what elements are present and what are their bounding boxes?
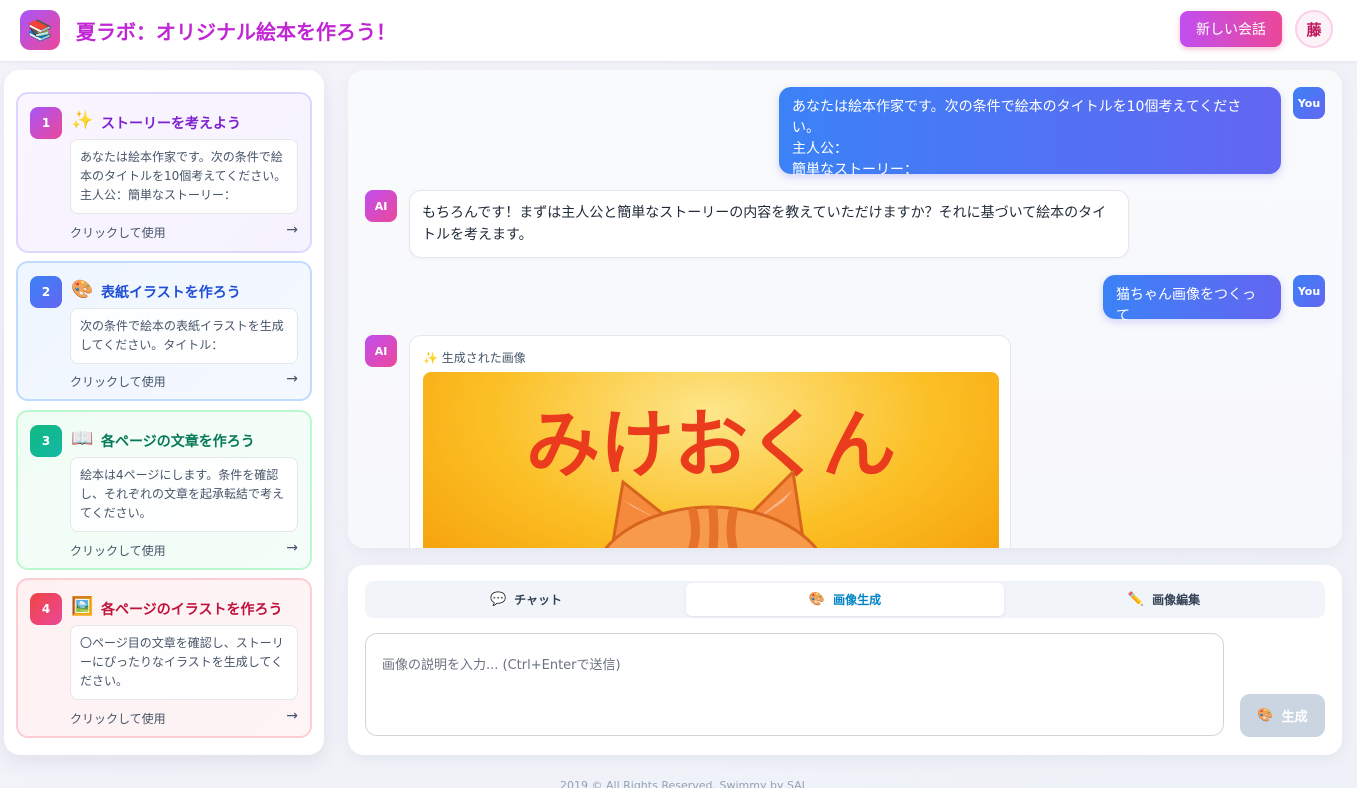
avatar[interactable]: 藤: [1295, 10, 1333, 48]
generate-button[interactable]: 🎨 生成: [1240, 694, 1325, 737]
cat-picture-svg: みけおくん: [526, 402, 896, 548]
template-card-story[interactable]: 1 ✨ ストーリーを考えよう あなたは絵本作家です。次の条件で絵本のタイトルを1…: [16, 92, 312, 253]
logo-glyph: 📚: [27, 18, 53, 42]
click-to-use-label: クリックして使用: [70, 544, 166, 558]
ai-message: もちろんです！まずは主人公と簡単なストーリーの内容を教えていただけますか？それに…: [409, 190, 1129, 258]
template-prompt-preview: 〇ページ目の文章を確認し、ストーリーにぴったりなイラストを生成してください。: [70, 625, 298, 700]
new-chat-button[interactable]: 新しい会話: [1180, 11, 1282, 47]
tab-label: 画像編集: [1152, 593, 1201, 607]
arrow-right-icon: →: [286, 708, 298, 724]
ai-role-badge: AI: [365, 335, 397, 367]
tab-image-edit[interactable]: ✏️ 画像編集: [1005, 583, 1323, 616]
arrow-right-icon: →: [286, 222, 298, 238]
message-line: 主人公：: [792, 141, 848, 157]
arrow-right-icon: →: [286, 540, 298, 556]
tab-label: チャット: [514, 593, 563, 607]
step-number-badge: 4: [30, 593, 62, 625]
sparkles-icon: ✨: [71, 110, 94, 131]
speech-bubble-icon: 💬: [489, 592, 507, 607]
tab-image-generation[interactable]: 🎨 画像生成: [686, 583, 1004, 616]
tab-label: 画像生成: [833, 593, 882, 607]
framed-picture-icon: 🖼️: [71, 596, 94, 617]
image-prompt-input[interactable]: [365, 633, 1224, 736]
prompt-template-sidebar: 1 ✨ ストーリーを考えよう あなたは絵本作家です。次の条件で絵本のタイトルを1…: [4, 70, 324, 755]
user-role-badge: You: [1293, 87, 1325, 119]
top-header: 📚 夏ラボ：オリジナル絵本を作ろう！ 新しい会話 藤: [0, 0, 1357, 62]
user-role-badge: You: [1293, 275, 1325, 307]
pencil-icon: ✏️: [1127, 592, 1145, 607]
message-line: もちろんです！まずは主人公と簡単なストーリーの内容を教えていただけますか？それに…: [422, 205, 1107, 221]
generated-cat-image[interactable]: みけおくん: [423, 372, 999, 548]
chat-panel[interactable]: あなたは絵本作家です。次の条件で絵本のタイトルを10個考えてください。 主人公：…: [348, 70, 1342, 548]
click-to-use-label: クリックして使用: [70, 226, 166, 240]
template-card-title: 表紙イラストを作ろう: [101, 285, 241, 301]
chat-message-list[interactable]: あなたは絵本作家です。次の条件で絵本のタイトルを10個考えてください。 主人公：…: [348, 70, 1342, 548]
message-line: 簡単なストーリー：: [792, 162, 918, 178]
template-card-cover[interactable]: 2 🎨 表紙イラストを作ろう 次の条件で絵本の表紙イラストを生成してください。タ…: [16, 261, 312, 401]
template-prompt-preview: あなたは絵本作家です。次の条件で絵本のタイトルを10個考えてください。主人公：簡…: [70, 139, 298, 214]
message-line: トルを考えます。: [422, 227, 533, 243]
open-book-icon: 📖: [71, 428, 94, 449]
step-number-badge: 3: [30, 425, 62, 457]
palette-icon: 🎨: [1257, 708, 1274, 723]
click-to-use-label: クリックして使用: [70, 375, 166, 389]
generate-label: 生成: [1281, 710, 1308, 725]
image-title-text: みけおくん: [526, 402, 896, 488]
user-message: 猫ちゃん画像をつくって: [1103, 275, 1281, 324]
step-number-badge: 1: [30, 107, 62, 139]
book-logo-icon: 📚: [20, 10, 60, 50]
mode-tabs: 💬 チャット 🎨 画像生成 ✏️ 画像編集: [365, 581, 1325, 618]
template-prompt-preview: 絵本は4ページにします。条件を確認し、それぞれの文章を起承転結で考えてください。: [70, 457, 298, 532]
message-line: 猫ちゃん画像をつくって: [1116, 287, 1256, 324]
composer-panel: 💬 チャット 🎨 画像生成 ✏️ 画像編集 🎨 生成: [348, 565, 1342, 755]
tab-chat[interactable]: 💬 チャット: [367, 583, 685, 616]
app-title: 夏ラボ：オリジナル絵本を作ろう！: [76, 20, 396, 44]
generated-image-caption: ✨ 生成された画像: [423, 351, 526, 365]
footer-copyright: 2019 © All Rights Reserved. Swimmy by SA…: [560, 779, 805, 788]
user-message: あなたは絵本作家です。次の条件で絵本のタイトルを10個考えてください。 主人公：…: [779, 87, 1281, 178]
template-card-title: ストーリーを考えよう: [101, 116, 241, 132]
arrow-right-icon: →: [286, 371, 298, 387]
template-card-title: 各ページのイラストを作ろう: [101, 602, 283, 618]
ai-generated-image-message: ✨ 生成された画像 みけおくん: [409, 335, 1011, 548]
palette-icon: 🎨: [808, 592, 826, 607]
click-to-use-label: クリックして使用: [70, 712, 166, 726]
template-card-page-illustration[interactable]: 4 🖼️ 各ページのイラストを作ろう 〇ページ目の文章を確認し、ストーリーにぴっ…: [16, 578, 312, 738]
ai-role-badge: AI: [365, 190, 397, 222]
message-line: あなたは絵本作家です。次の条件で絵本のタイトルを10個考えてください。: [792, 99, 1242, 136]
template-card-text[interactable]: 3 📖 各ページの文章を作ろう 絵本は4ページにします。条件を確認し、それぞれの…: [16, 410, 312, 570]
template-prompt-preview: 次の条件で絵本の表紙イラストを生成してください。タイトル：: [70, 308, 298, 364]
template-card-title: 各ページの文章を作ろう: [101, 434, 255, 450]
step-number-badge: 2: [30, 276, 62, 308]
palette-icon: 🎨: [71, 279, 94, 300]
